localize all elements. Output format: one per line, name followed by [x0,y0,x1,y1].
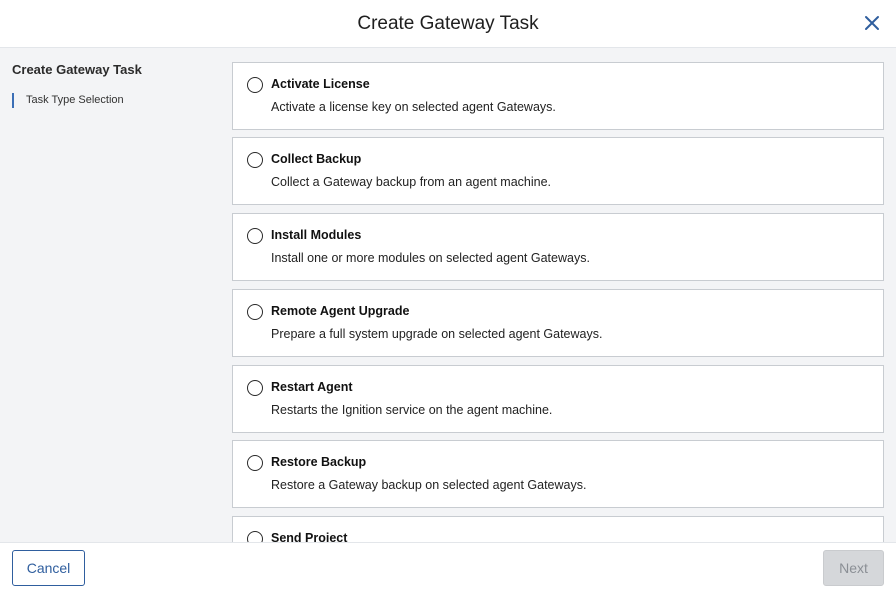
radio-button[interactable] [247,455,263,471]
option-remote-agent-upgrade[interactable]: Remote Agent Upgrade Prepare a full syst… [232,289,884,357]
option-description: Install one or more modules on selected … [271,251,590,265]
option-title: Collect Backup [271,152,362,166]
option-send-project[interactable]: Send Project [232,516,884,542]
option-restart-agent[interactable]: Restart Agent Restarts the Ignition serv… [232,365,884,433]
task-type-list: Activate License Activate a license key … [218,48,896,542]
radio-button[interactable] [247,77,263,93]
option-description: Restarts the Ignition service on the age… [271,403,553,417]
option-title: Send Project [271,531,348,542]
dialog-header: Create Gateway Task [0,0,896,48]
radio-button[interactable] [247,380,263,396]
close-button[interactable] [862,13,882,33]
option-description: Activate a license key on selected agent… [271,100,556,114]
option-description: Prepare a full system upgrade on selecte… [271,327,603,341]
dialog-title: Create Gateway Task [357,12,539,34]
option-description: Collect a Gateway backup from an agent m… [271,175,552,189]
radio-button[interactable] [247,152,263,168]
close-icon [865,16,879,30]
option-activate-license[interactable]: Activate License Activate a license key … [232,62,884,130]
radio-button[interactable] [247,531,263,542]
option-title: Install Modules [271,228,362,242]
sidebar: Create Gateway Task Task Type Selection [0,48,218,542]
option-title: Activate License [271,77,370,91]
sidebar-title: Create Gateway Task [12,62,142,77]
option-install-modules[interactable]: Install Modules Install one or more modu… [232,213,884,281]
option-description: Restore a Gateway backup on selected age… [271,478,587,492]
cancel-button[interactable]: Cancel [12,550,85,586]
radio-button[interactable] [247,228,263,244]
option-collect-backup[interactable]: Collect Backup Collect a Gateway backup … [232,137,884,205]
option-title: Remote Agent Upgrade [271,304,410,318]
next-button[interactable]: Next [823,550,884,586]
dialog-footer: Cancel Next [0,542,896,590]
radio-button[interactable] [247,304,263,320]
option-title: Restart Agent [271,380,353,394]
sidebar-step-task-type-selection[interactable]: Task Type Selection [12,93,124,108]
option-restore-backup[interactable]: Restore Backup Restore a Gateway backup … [232,440,884,508]
option-title: Restore Backup [271,455,367,469]
